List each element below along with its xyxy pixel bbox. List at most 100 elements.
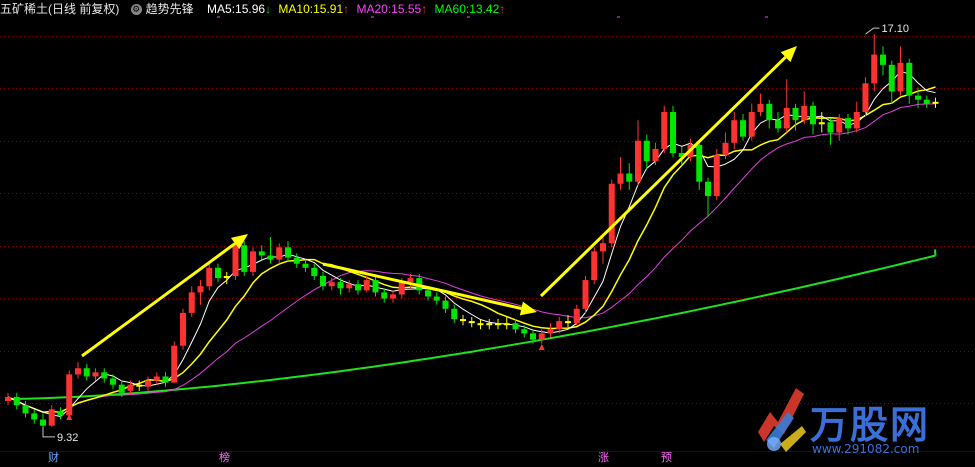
candle[interactable]: [311, 263, 318, 281]
candle[interactable]: [390, 290, 396, 303]
candle[interactable]: [110, 374, 116, 389]
low-price-label: 9.32: [57, 432, 78, 444]
candle[interactable]: [775, 112, 781, 133]
candle[interactable]: [801, 91, 808, 125]
candle[interactable]: [442, 296, 449, 313]
candle[interactable]: [285, 241, 291, 262]
candle[interactable]: [433, 292, 440, 305]
candle[interactable]: [617, 157, 624, 190]
candle[interactable]: [197, 280, 204, 305]
candle[interactable]: [643, 134, 650, 170]
candle-body: [705, 181, 711, 197]
candle-body: [915, 95, 921, 100]
candle[interactable]: [880, 46, 886, 76]
candle-body: [862, 83, 869, 112]
candle[interactable]: [31, 409, 38, 424]
candle[interactable]: [862, 77, 869, 117]
candle[interactable]: [162, 372, 169, 387]
candle[interactable]: [600, 237, 606, 264]
candle-body: [783, 107, 790, 129]
candle[interactable]: [57, 407, 64, 420]
candle[interactable]: [582, 276, 589, 313]
candle-body: [31, 413, 38, 420]
candle[interactable]: [635, 120, 641, 186]
candle-body: [433, 296, 440, 301]
candle[interactable]: [206, 261, 213, 291]
candle-body: [573, 308, 580, 324]
candle[interactable]: [696, 140, 703, 190]
candle[interactable]: [75, 362, 81, 379]
candle[interactable]: [608, 179, 615, 248]
candle[interactable]: [897, 46, 904, 96]
candle[interactable]: [381, 288, 388, 303]
candle[interactable]: [871, 34, 878, 92]
candle[interactable]: [276, 243, 283, 264]
marker-cai[interactable]: 财: [48, 452, 59, 465]
candle[interactable]: [670, 105, 676, 158]
candle[interactable]: [468, 317, 475, 328]
candle[interactable]: [845, 114, 851, 135]
candle[interactable]: [591, 247, 598, 285]
marker-yu[interactable]: 预: [661, 452, 672, 465]
candle[interactable]: [13, 392, 20, 410]
candle[interactable]: [713, 148, 720, 201]
candle[interactable]: [232, 241, 239, 281]
candle[interactable]: [573, 304, 580, 326]
candle[interactable]: [906, 58, 913, 104]
candle[interactable]: [302, 259, 309, 272]
candle[interactable]: [40, 413, 46, 427]
candle[interactable]: [101, 368, 108, 383]
candle[interactable]: [153, 372, 160, 385]
candle[interactable]: [48, 405, 55, 427]
candle[interactable]: [818, 112, 825, 133]
candle[interactable]: [171, 341, 178, 383]
candle-body: [792, 107, 799, 121]
marker-zhang[interactable]: 涨: [598, 452, 609, 465]
candle[interactable]: [923, 95, 930, 108]
candle[interactable]: [827, 118, 834, 145]
candle[interactable]: [250, 247, 256, 276]
candle[interactable]: [503, 317, 510, 330]
candle[interactable]: [92, 368, 99, 381]
candle-body: [162, 376, 169, 383]
candle[interactable]: [495, 319, 501, 330]
candle-body: [293, 257, 300, 264]
candle[interactable]: [258, 245, 265, 260]
candle[interactable]: [451, 304, 458, 324]
candle[interactable]: [810, 101, 816, 135]
candle[interactable]: [145, 376, 151, 391]
candle[interactable]: [188, 286, 195, 317]
candle[interactable]: [320, 271, 326, 291]
candle[interactable]: [346, 280, 353, 293]
candle[interactable]: [766, 99, 773, 129]
candle[interactable]: [486, 319, 493, 330]
candle[interactable]: [661, 105, 668, 153]
candle[interactable]: [180, 308, 186, 350]
candle[interactable]: [83, 364, 90, 381]
candle[interactable]: [66, 370, 73, 416]
candle[interactable]: [241, 241, 248, 276]
candle-layer[interactable]: [5, 34, 939, 427]
candle[interactable]: [215, 263, 221, 283]
candle[interactable]: [783, 79, 790, 133]
candle[interactable]: [652, 142, 659, 166]
candle-body: [223, 276, 230, 279]
candle[interactable]: [267, 237, 274, 264]
candle[interactable]: [328, 278, 335, 291]
candle[interactable]: [853, 101, 860, 133]
candle-body: [836, 118, 843, 133]
candle[interactable]: [705, 177, 711, 217]
candle[interactable]: [748, 103, 755, 141]
candle[interactable]: [547, 323, 554, 338]
candle[interactable]: [355, 280, 361, 295]
candle[interactable]: [372, 276, 379, 297]
marker-bang[interactable]: 榜: [219, 452, 230, 465]
candle[interactable]: [888, 60, 895, 104]
candle[interactable]: [5, 392, 11, 406]
candle[interactable]: [731, 112, 738, 149]
candle[interactable]: [740, 114, 746, 141]
candle[interactable]: [757, 93, 764, 117]
candle[interactable]: [460, 314, 466, 326]
candle[interactable]: [932, 97, 939, 108]
candle[interactable]: [626, 163, 633, 190]
